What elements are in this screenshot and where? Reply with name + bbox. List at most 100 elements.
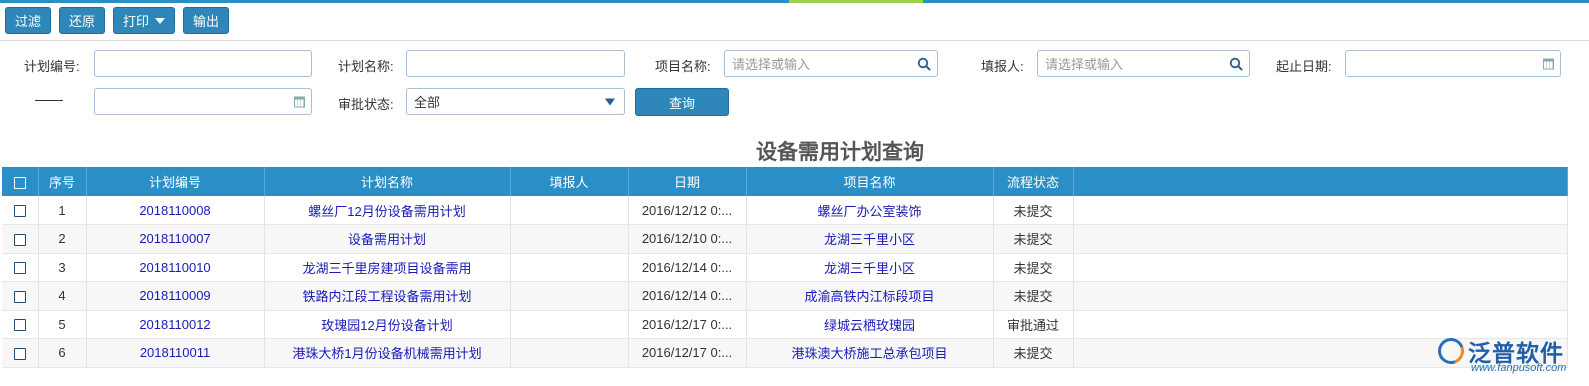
- plan-name-link[interactable]: 铁路内江段工程设备需用计划: [264, 281, 511, 311]
- search-icon[interactable]: [917, 57, 931, 71]
- plan-name-link[interactable]: 玫瑰园12月份设备计划: [264, 310, 511, 339]
- row-index: 2: [38, 224, 87, 254]
- plan-name-link[interactable]: 设备需用计划: [264, 224, 511, 254]
- status-cell: 未提交: [993, 338, 1074, 368]
- plan-no-link[interactable]: 2018110010: [86, 253, 265, 282]
- row-checkbox[interactable]: [13, 347, 26, 360]
- filter-button[interactable]: 过滤: [5, 7, 52, 34]
- row-select-cell[interactable]: [2, 310, 39, 339]
- page-title: 设备需用计划查询: [756, 140, 924, 164]
- brand-url: www.fanpusoft.com: [1471, 362, 1567, 374]
- row-select-cell[interactable]: [2, 281, 39, 311]
- plan-name-link[interactable]: 龙湖三千里房建项目设备需用: [264, 253, 511, 282]
- table-header-row: 序号 计划编号 计划名称 填报人 日期 项目名称 流程状态: [2, 167, 1568, 196]
- filler-cell: [510, 253, 629, 282]
- column-header[interactable]: 填报人: [510, 167, 629, 196]
- query-button[interactable]: 查询: [635, 88, 729, 116]
- column-header[interactable]: 日期: [628, 167, 747, 196]
- calendar-icon[interactable]: [1543, 58, 1554, 69]
- filler-cell: [510, 224, 629, 254]
- date-cell: 2016/12/17 0:...: [628, 310, 747, 339]
- row-select-cell[interactable]: [2, 253, 39, 282]
- column-header[interactable]: 项目名称: [746, 167, 994, 196]
- row-select-cell[interactable]: [2, 224, 39, 254]
- toolbar: 过滤 还原 打印 输出: [5, 7, 230, 35]
- row-index: 5: [38, 310, 87, 339]
- row-select-cell[interactable]: [2, 338, 39, 368]
- plan-name-link[interactable]: 螺丝厂12月份设备需用计划: [264, 196, 511, 225]
- top-accent-bar: [0, 0, 1589, 3]
- row-index: 3: [38, 253, 87, 282]
- row-select-cell[interactable]: [2, 196, 39, 225]
- calendar-icon[interactable]: [294, 96, 305, 107]
- row-index: 1: [38, 196, 87, 225]
- plan-name-link[interactable]: 港珠大桥1月份设备机械需用计划: [264, 338, 511, 368]
- plan-no-link[interactable]: 2018110007: [86, 224, 265, 254]
- plan-no-link[interactable]: 2018110009: [86, 281, 265, 311]
- project-link[interactable]: 港珠澳大桥施工总承包项目: [746, 338, 994, 368]
- column-header[interactable]: 计划编号: [86, 167, 265, 196]
- table-row[interactable]: 1 2018110008 螺丝厂12月份设备需用计划 2016/12/12 0:…: [2, 196, 1568, 225]
- status-cell: 未提交: [993, 224, 1074, 254]
- filler-label: 填报人:: [981, 59, 1024, 74]
- filler-blank: [1073, 196, 1568, 225]
- chevron-down-icon: [605, 98, 615, 105]
- brand-logo-icon: [1433, 333, 1469, 369]
- plan-table: 序号 计划编号 计划名称 填报人 日期 项目名称 流程状态 1 20181100…: [2, 167, 1568, 368]
- table-row[interactable]: 5 2018110012 玫瑰园12月份设备计划 2016/12/17 0:..…: [2, 310, 1568, 339]
- approval-status-select[interactable]: 全部: [406, 88, 625, 115]
- project-name-label: 项目名称:: [655, 59, 711, 74]
- project-link[interactable]: 绿城云栖玫瑰园: [746, 310, 994, 339]
- project-link[interactable]: 成渝高铁内江标段项目: [746, 281, 994, 311]
- export-button-label: 输出: [193, 14, 220, 29]
- row-checkbox[interactable]: [13, 319, 26, 332]
- table-row[interactable]: 6 2018110011 港珠大桥1月份设备机械需用计划 2016/12/17 …: [2, 338, 1568, 368]
- filler-input[interactable]: 请选择或输入: [1037, 50, 1250, 77]
- query-button-label: 查询: [668, 95, 695, 111]
- column-header[interactable]: 序号: [38, 167, 87, 196]
- row-checkbox[interactable]: [13, 233, 26, 246]
- start-date-input[interactable]: [1345, 50, 1561, 77]
- filter-button-label: 过滤: [15, 14, 42, 29]
- search-icon[interactable]: [1229, 57, 1243, 71]
- status-cell: 审批通过: [993, 310, 1074, 339]
- date-cell: 2016/12/14 0:...: [628, 253, 747, 282]
- plan-name-input[interactable]: [406, 50, 625, 77]
- date-cell: 2016/12/14 0:...: [628, 281, 747, 311]
- filler-cell: [510, 310, 629, 339]
- export-button[interactable]: 输出: [183, 7, 230, 34]
- restore-button[interactable]: 还原: [59, 7, 106, 34]
- date-range-separator: [35, 100, 63, 101]
- print-button-label: 打印: [123, 14, 150, 29]
- filler-blank: [1073, 224, 1568, 254]
- project-name-placeholder: 请选择或输入: [732, 57, 811, 72]
- table-row[interactable]: 3 2018110010 龙湖三千里房建项目设备需用 2016/12/14 0:…: [2, 253, 1568, 282]
- table-row[interactable]: 4 2018110009 铁路内江段工程设备需用计划 2016/12/14 0:…: [2, 281, 1568, 311]
- plan-no-link[interactable]: 2018110011: [86, 338, 265, 368]
- plan-no-link[interactable]: 2018110012: [86, 310, 265, 339]
- print-button[interactable]: 打印: [113, 7, 176, 34]
- column-header[interactable]: 计划名称: [264, 167, 511, 196]
- row-checkbox[interactable]: [13, 205, 26, 218]
- project-link[interactable]: 螺丝厂办公室装饰: [746, 196, 994, 225]
- row-index: 6: [38, 338, 87, 368]
- row-checkbox[interactable]: [13, 262, 26, 275]
- end-date-input[interactable]: [94, 88, 312, 115]
- select-all-checkbox[interactable]: [13, 176, 26, 189]
- status-cell: 未提交: [993, 253, 1074, 282]
- table-row[interactable]: 2 2018110007 设备需用计划 2016/12/10 0:... 龙湖三…: [2, 224, 1568, 254]
- date-range-label: 起止日期:: [1276, 59, 1332, 74]
- project-link[interactable]: 龙湖三千里小区: [746, 224, 994, 254]
- date-cell: 2016/12/17 0:...: [628, 338, 747, 368]
- top-accent-highlight: [789, 0, 923, 3]
- plan-no-input[interactable]: [94, 50, 312, 77]
- column-header[interactable]: 流程状态: [993, 167, 1074, 196]
- restore-button-label: 还原: [69, 14, 96, 29]
- select-all-cell[interactable]: [2, 167, 39, 196]
- approval-status-value: 全部: [414, 95, 441, 110]
- project-link[interactable]: 龙湖三千里小区: [746, 253, 994, 282]
- row-checkbox[interactable]: [13, 290, 26, 303]
- project-name-input[interactable]: 请选择或输入: [724, 50, 938, 77]
- plan-no-link[interactable]: 2018110008: [86, 196, 265, 225]
- filler-placeholder: 请选择或输入: [1045, 57, 1124, 72]
